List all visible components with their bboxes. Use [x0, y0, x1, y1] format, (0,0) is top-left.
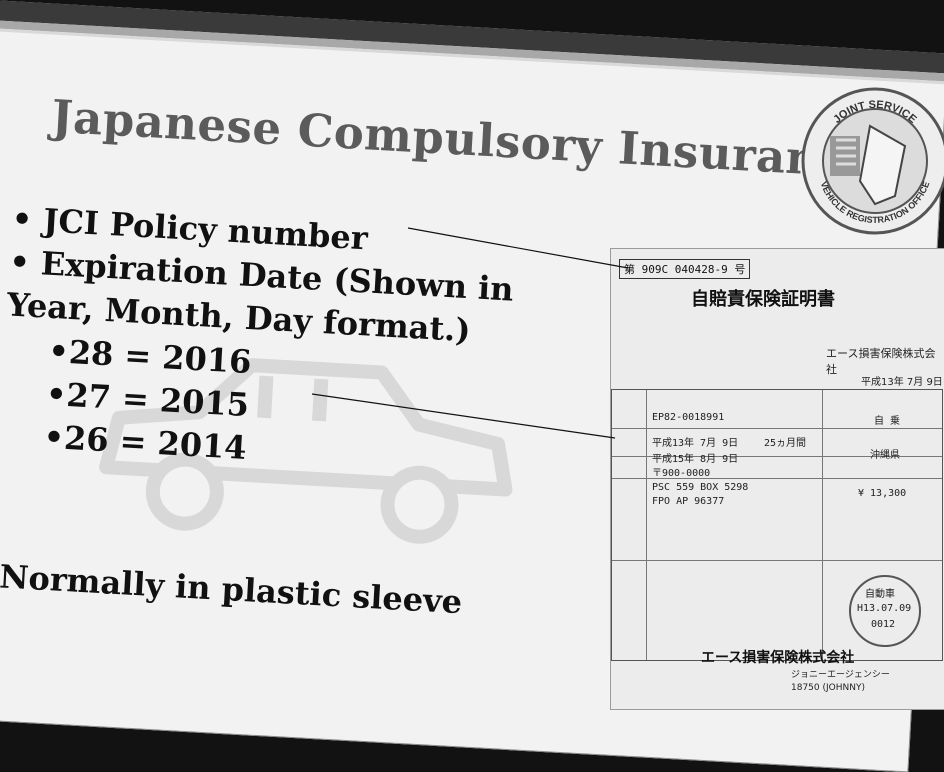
- agent-code: 18750 (JOHNNY): [791, 683, 865, 693]
- bullet-plastic-sleeve: • Normally in plastic sleeve: [0, 555, 464, 622]
- stamp-label: 自動車: [865, 589, 895, 600]
- serial-number: EP82-0018991: [652, 412, 725, 423]
- stamp-date: H13.07.09: [857, 603, 912, 614]
- certificate-heading: 自賠責保険証明書: [691, 289, 835, 310]
- address-line-2: FPO AP 96377: [652, 496, 725, 507]
- usage-type: 自 乗: [874, 416, 901, 427]
- table-rule: [612, 560, 942, 561]
- insurer-stamp: 自動車 H13.07.09 0012: [849, 575, 921, 647]
- table-rule: [822, 390, 823, 660]
- period-from: 平成13年 7月 9日: [652, 438, 739, 449]
- premium-amount: ¥ 13,300: [858, 488, 907, 499]
- issue-date: 平成13年 7月 9日: [861, 377, 943, 388]
- agent-name: ジョニーエージェンシー: [791, 670, 890, 680]
- insurer-name-footer: エース損害保険株式会社: [701, 650, 855, 666]
- joint-service-seal-icon: JOINT SERVICE VEHICLE REGISTRATION OFFIC…: [801, 87, 944, 235]
- address-line-1: PSC 559 BOX 5298: [652, 482, 749, 493]
- period-months: 25ヵ月間: [764, 438, 807, 449]
- table-rule: [612, 428, 942, 429]
- policy-number: 第 909C 040428-9 号: [619, 259, 751, 279]
- insurance-certificate: 第 909C 040428-9 号 自賠責保険証明書 エース損害保険株式会社 平…: [610, 248, 944, 710]
- postal-code: 〒900-0000: [652, 468, 711, 479]
- table-rule: [646, 390, 647, 660]
- stamp-number: 0012: [871, 619, 896, 630]
- period-to: 平成15年 8月 9日: [652, 454, 739, 465]
- bullet-list: • JCI Policy number • Expiration Date (S…: [0, 198, 517, 485]
- registration-location: 沖縄県: [870, 450, 900, 461]
